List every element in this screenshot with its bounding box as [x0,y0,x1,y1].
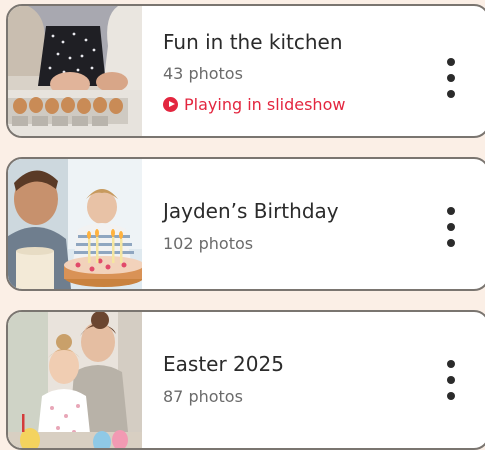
album-thumbnail-easter [8,312,142,448]
more-options-button[interactable] [444,58,458,98]
more-vertical-icon [447,58,455,66]
play-circle-icon [163,97,178,112]
slideshow-status: Playing in slideshow [163,95,345,114]
more-options-button[interactable] [444,207,458,247]
slideshow-status-label: Playing in slideshow [184,95,346,114]
photo-count: 87 photos [163,387,243,406]
album-title: Easter 2025 [163,352,284,376]
album-thumbnail-birthday [8,159,142,289]
album-title: Fun in the kitchen [163,30,343,54]
photo-count: 43 photos [163,64,243,83]
more-options-button[interactable] [444,360,458,400]
album-card-easter-2025[interactable]: Easter 2025 87 photos [6,310,485,450]
album-card-fun-in-the-kitchen[interactable]: Fun in the kitchen 43 photos Playing in … [6,4,485,138]
album-card-jaydens-birthday[interactable]: Jayden’s Birthday 102 photos [6,157,485,291]
more-vertical-icon [447,360,455,368]
photo-count: 102 photos [163,234,254,253]
album-thumbnail-kitchen [8,6,142,136]
more-vertical-icon [447,207,455,215]
album-title: Jayden’s Birthday [163,199,339,223]
